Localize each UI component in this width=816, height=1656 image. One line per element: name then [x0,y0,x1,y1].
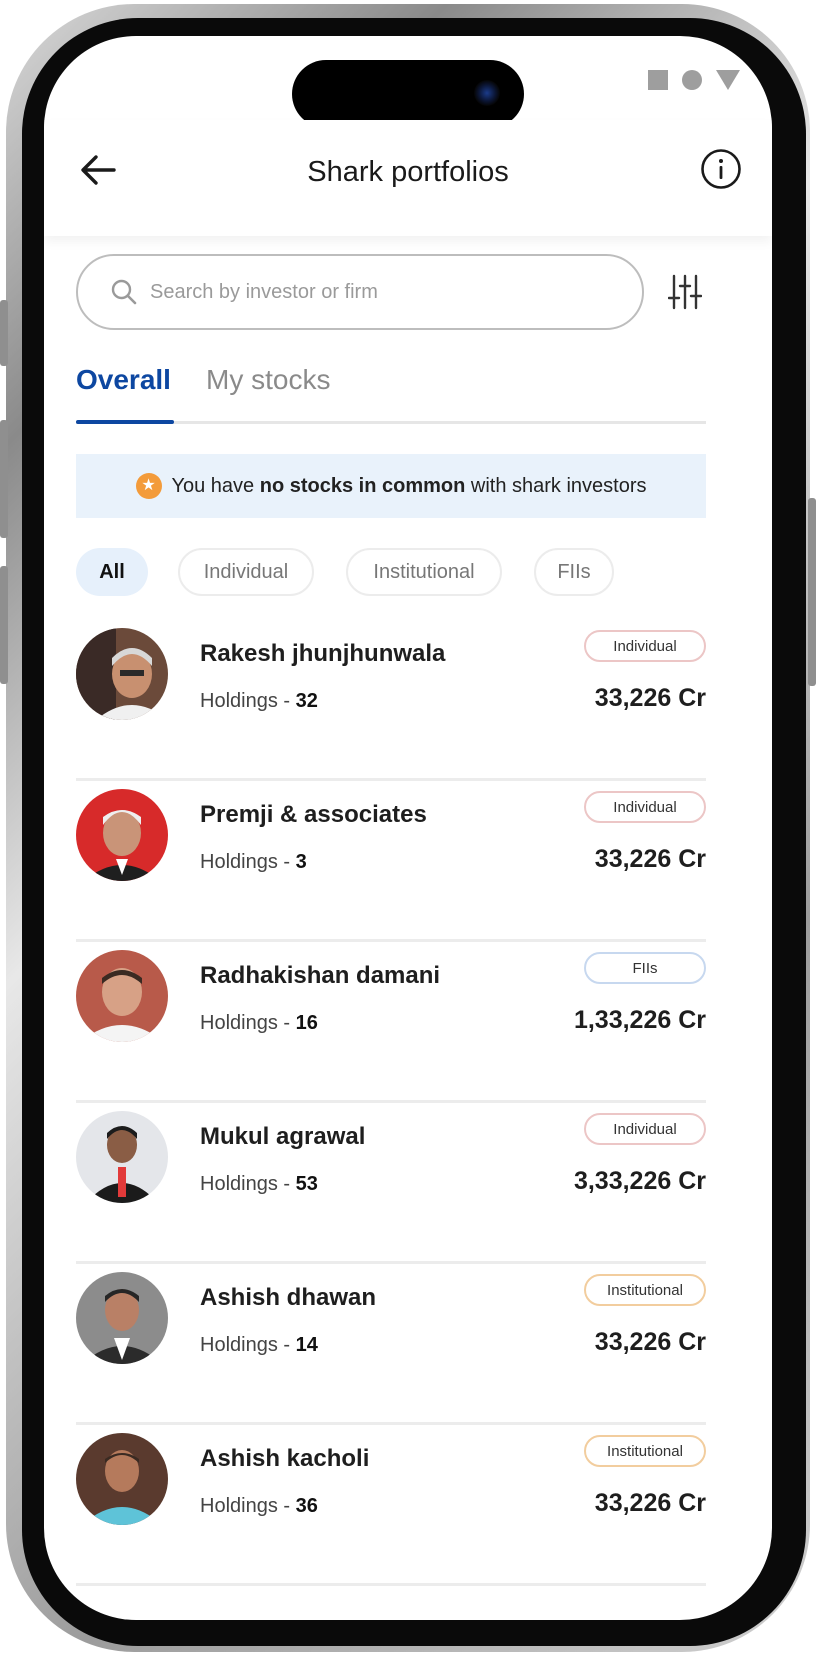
investor-name: Ashish kacholi [200,1445,370,1472]
page-title: Shark portfolios [307,156,509,188]
chip-individual[interactable]: Individual [178,548,314,596]
portfolio-value: 33,226 Cr [594,684,706,712]
avatar [76,950,168,1042]
investor-row[interactable]: Ashish kacholi Holdings - 36 Institution… [76,1425,706,1586]
investor-type-badge: Individual [584,791,706,823]
holdings-count: Holdings - 36 [200,1495,318,1517]
holdings-count: Holdings - 14 [200,1334,318,1356]
investor-name: Premji & associates [200,801,427,828]
investor-name: Radhakishan damani [200,962,441,989]
investor-row[interactable]: Premji & associates Holdings - 3 Individ… [76,781,706,942]
investor-type-badge: Institutional [584,1274,706,1306]
square-icon [648,70,668,90]
investor-list: Rakesh jhunjhunwala Holdings - 32 Indivi… [76,620,706,1586]
holdings-count: Holdings - 53 [200,1173,318,1195]
investor-type-badge: Individual [584,630,706,662]
search-input[interactable] [150,280,590,304]
holdings-count: Holdings - 16 [200,1012,318,1034]
side-button-right [808,498,816,686]
side-button-left-1 [0,300,8,366]
tab-my-stocks[interactable]: My stocks [206,364,330,396]
app-header: Shark portfolios [44,120,772,236]
investor-name: Ashish dhawan [200,1284,377,1311]
active-tab-indicator [76,420,174,424]
holdings-count: Holdings - 32 [200,690,318,712]
search-icon [111,279,137,305]
search-box [76,254,644,330]
info-icon[interactable] [700,148,742,190]
dynamic-island [292,60,524,128]
status-bar [648,70,740,90]
investor-name: Mukul agrawal [200,1123,366,1150]
circle-icon [682,70,702,90]
star-icon: ★ [135,473,162,499]
investor-type-badge: Institutional [584,1435,706,1467]
chip-fiis[interactable]: FIIs [534,548,614,596]
info-banner: ★ You have no stocks in common with shar… [76,454,706,518]
investor-type-badge: FIIs [584,952,706,984]
avatar [76,1272,168,1364]
chip-all[interactable]: All [76,548,148,596]
portfolio-value: 33,226 Cr [594,1328,706,1356]
tab-overall[interactable]: Overall [76,364,171,396]
divider [76,1583,706,1586]
holdings-count: Holdings - 3 [200,851,307,873]
banner-text: You have no stocks in common with shark … [171,474,647,497]
filter-sliders-icon[interactable] [668,274,702,310]
portfolio-value: 3,33,226 Cr [573,1167,706,1195]
camera-icon [474,80,500,106]
triangle-icon [716,70,740,90]
avatar [76,628,168,720]
investor-row[interactable]: Ashish dhawan Holdings - 14 Institutiona… [76,1264,706,1425]
investor-name: Rakesh jhunjhunwala [200,640,446,667]
investor-row[interactable]: Mukul agrawal Holdings - 53 Individual 3… [76,1103,706,1264]
avatar [76,1433,168,1525]
investor-row[interactable]: Radhakishan damani Holdings - 16 FIIs 1,… [76,942,706,1103]
avatar [76,1111,168,1203]
avatar [76,789,168,881]
side-button-left-2 [0,420,8,538]
chip-institutional[interactable]: Institutional [346,548,502,596]
portfolio-value: 1,33,226 Cr [573,1006,706,1034]
side-button-left-3 [0,566,8,684]
portfolio-value: 33,226 Cr [594,1489,706,1517]
screen: Shark portfolios Overall My stocks ★ You [44,36,772,1620]
investor-type-badge: Individual [584,1113,706,1145]
investor-row[interactable]: Rakesh jhunjhunwala Holdings - 32 Indivi… [76,620,706,781]
portfolio-value: 33,226 Cr [594,845,706,873]
tab-bar: Overall My stocks [76,364,706,424]
